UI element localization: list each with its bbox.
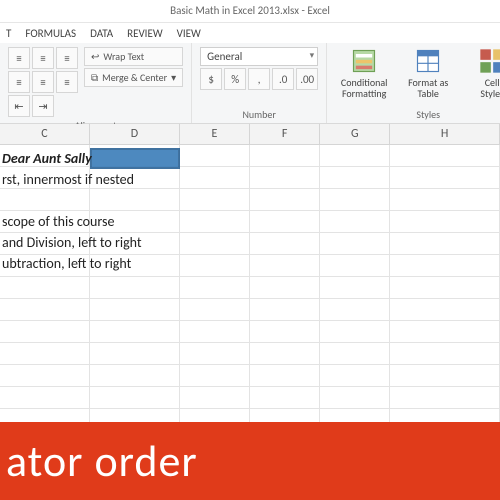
conditional-formatting-label: Conditional Formatting xyxy=(341,77,388,99)
group-alignment: ≡ ≡ ≡ ≡ ≡ ≡ ⇤ ⇥ ↩ Wrap Text xyxy=(0,43,192,123)
table-row[interactable] xyxy=(0,167,500,189)
cell-styles-button[interactable]: Cell Styles xyxy=(463,47,500,99)
col-header-f[interactable]: F xyxy=(250,124,320,144)
table-row[interactable] xyxy=(0,343,500,365)
group-styles: Conditional Formatting Format as Table C… xyxy=(327,43,500,123)
table-row[interactable] xyxy=(0,387,500,409)
table-row[interactable] xyxy=(0,321,500,343)
format-as-table-button[interactable]: Format as Table xyxy=(399,47,457,99)
align-middle-button[interactable]: ≡ xyxy=(32,47,54,69)
align-center-button[interactable]: ≡ xyxy=(32,71,54,93)
window-title: Basic Math in Excel 2013.xlsx - Excel xyxy=(170,4,330,17)
caption-banner: ator order xyxy=(0,422,500,500)
merge-label: Merge & Center xyxy=(102,71,167,84)
col-header-g[interactable]: G xyxy=(320,124,390,144)
align-bottom-button[interactable]: ≡ xyxy=(56,47,78,69)
align-right-button[interactable]: ≡ xyxy=(56,71,78,93)
comma-button[interactable]: , xyxy=(248,68,270,90)
tab-data[interactable]: DATA xyxy=(90,27,113,40)
conditional-formatting-icon xyxy=(350,47,378,75)
cell-styles-icon xyxy=(478,47,500,75)
table-row[interactable] xyxy=(0,211,500,233)
column-headers: C D E F G H xyxy=(0,124,500,145)
col-header-d[interactable]: D xyxy=(90,124,180,144)
merge-center-button[interactable]: ⧉ Merge & Center ▾ xyxy=(84,68,183,87)
indent-increase-button[interactable]: ⇥ xyxy=(32,95,54,117)
styles-group-label: Styles xyxy=(335,108,500,121)
table-row[interactable] xyxy=(0,365,500,387)
wrap-text-label: Wrap Text xyxy=(103,50,144,63)
table-row[interactable] xyxy=(0,255,500,277)
increase-decimal-button[interactable]: .0 xyxy=(272,68,294,90)
table-row[interactable] xyxy=(0,145,500,167)
decrease-decimal-button[interactable]: .00 xyxy=(296,68,318,90)
tab-formulas[interactable]: FORMULAS xyxy=(25,27,76,40)
tab-review[interactable]: REVIEW xyxy=(127,27,163,40)
col-header-h[interactable]: H xyxy=(390,124,500,144)
table-row[interactable] xyxy=(0,233,500,255)
number-format-select[interactable]: General xyxy=(200,47,318,66)
table-icon xyxy=(414,47,442,75)
chevron-down-icon: ▾ xyxy=(171,71,176,84)
table-row[interactable] xyxy=(0,277,500,299)
align-left-button[interactable]: ≡ xyxy=(8,71,30,93)
cell-styles-label: Cell Styles xyxy=(480,77,500,99)
wrap-text-icon: ↩ xyxy=(91,50,99,63)
currency-button[interactable]: $ xyxy=(200,68,222,90)
number-format-value: General xyxy=(207,50,242,63)
title-bar: Basic Math in Excel 2013.xlsx - Excel xyxy=(0,0,500,23)
tab-t[interactable]: T xyxy=(6,27,11,40)
col-header-e[interactable]: E xyxy=(180,124,250,144)
selected-cell[interactable] xyxy=(90,148,180,169)
caption-text: ator order xyxy=(6,434,198,488)
conditional-formatting-button[interactable]: Conditional Formatting xyxy=(335,47,393,99)
tab-view[interactable]: VIEW xyxy=(177,27,201,40)
col-header-c[interactable]: C xyxy=(0,124,90,144)
indent-decrease-button[interactable]: ⇤ xyxy=(8,95,30,117)
table-row[interactable] xyxy=(0,299,500,321)
table-row[interactable] xyxy=(0,189,500,211)
format-as-table-label: Format as Table xyxy=(408,77,448,99)
ribbon-tabs: T FORMULAS DATA REVIEW VIEW xyxy=(0,23,500,43)
ribbon: ≡ ≡ ≡ ≡ ≡ ≡ ⇤ ⇥ ↩ Wrap Text xyxy=(0,43,500,124)
number-group-label: Number xyxy=(200,108,318,121)
worksheet[interactable]: C D E F G H Dear Aunt Sally rst, innermo… xyxy=(0,124,500,444)
align-top-button[interactable]: ≡ xyxy=(8,47,30,69)
merge-icon: ⧉ xyxy=(91,71,98,84)
percent-button[interactable]: % xyxy=(224,68,246,90)
group-number: General $ % , .0 .00 Number xyxy=(192,43,327,123)
wrap-text-button[interactable]: ↩ Wrap Text xyxy=(84,47,183,66)
